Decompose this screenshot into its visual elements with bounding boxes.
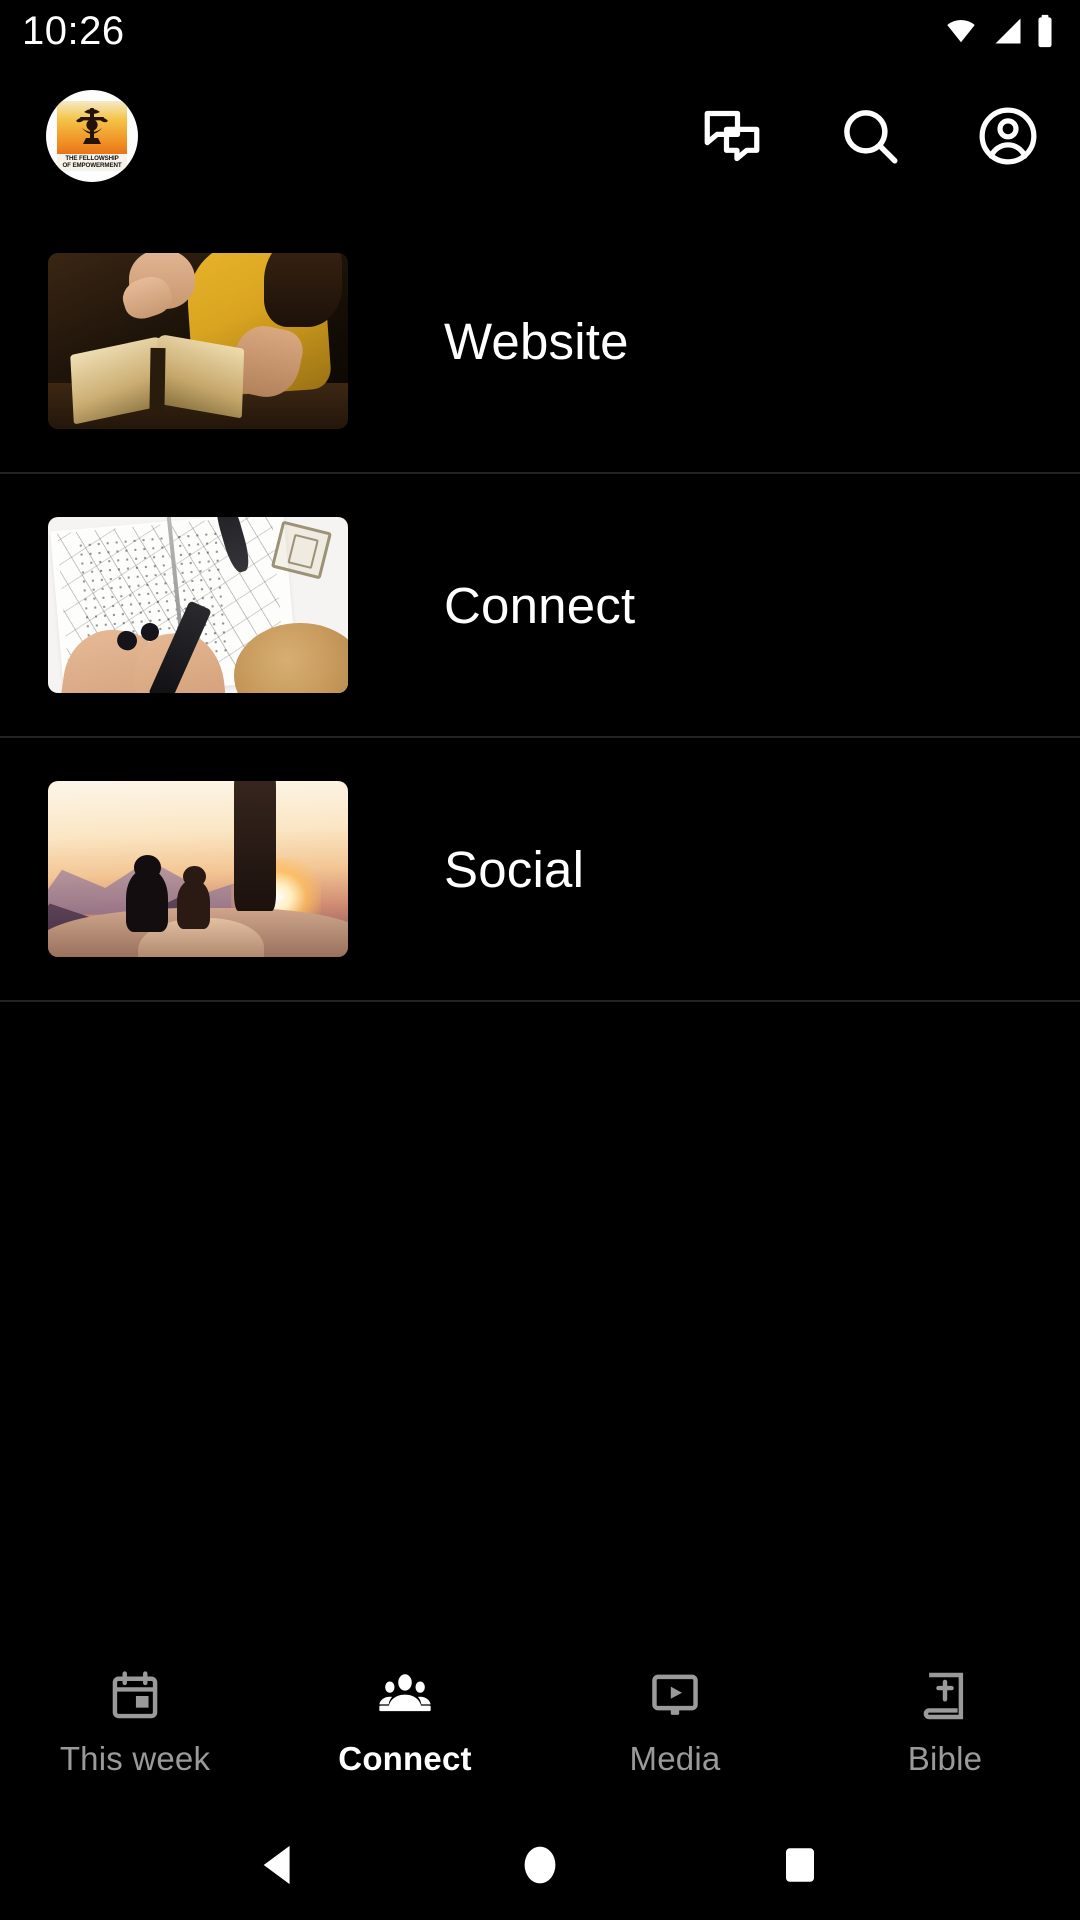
nav-item-media[interactable]: Media: [540, 1635, 810, 1810]
cellular-signal-icon: [991, 16, 1025, 46]
app-screen: 10:26 THE FELLOWSHIP OF EMPOWERMENT Webs…: [0, 0, 1080, 1920]
account-button[interactable]: [972, 100, 1044, 172]
square-recents-icon: [779, 1841, 821, 1889]
logo-caption: THE FELLOWSHIP OF EMPOWERMENT: [57, 154, 127, 171]
nav-item-this-week[interactable]: This week: [0, 1635, 270, 1810]
list-item-label: Website: [444, 312, 629, 370]
nav-label: This week: [59, 1739, 211, 1777]
thumbnail-social: [48, 781, 348, 957]
logo-caption-line1: THE FELLOWSHIP: [65, 155, 119, 162]
app-header: THE FELLOWSHIP OF EMPOWERMENT: [0, 62, 1080, 210]
header-actions: [696, 100, 1044, 172]
bible-book-icon: [917, 1668, 973, 1724]
list-item-connect[interactable]: Connect: [0, 474, 1080, 738]
menu-list: Website Connect Social: [0, 210, 1080, 1002]
nav-item-bible[interactable]: Bible: [810, 1635, 1080, 1810]
triangle-back-icon: [257, 1841, 303, 1889]
bottom-navigation: This week Connect Media Bible: [0, 1635, 1080, 1810]
home-button[interactable]: [500, 1825, 580, 1905]
messages-button[interactable]: [696, 100, 768, 172]
thumbnail-connect: [48, 517, 348, 693]
list-item-label: Social: [444, 840, 585, 898]
recents-button[interactable]: [760, 1825, 840, 1905]
status-icons: [942, 14, 1054, 48]
list-item-social[interactable]: Social: [0, 738, 1080, 1002]
battery-icon: [1036, 14, 1054, 48]
status-bar: 10:26: [0, 0, 1080, 62]
thumbnail-website: [48, 253, 348, 429]
video-player-icon: [647, 1668, 703, 1724]
nav-label: Bible: [907, 1739, 983, 1777]
app-logo[interactable]: THE FELLOWSHIP OF EMPOWERMENT: [46, 90, 138, 182]
logo-emblem-icon: [76, 108, 108, 144]
account-circle-icon: [975, 103, 1041, 169]
search-icon: [837, 103, 903, 169]
wifi-icon: [942, 16, 980, 46]
status-time: 10:26: [22, 9, 125, 53]
circle-home-icon: [518, 1841, 562, 1889]
calendar-icon: [107, 1668, 163, 1724]
logo-caption-line2: OF EMPOWERMENT: [62, 162, 122, 169]
people-group-icon: [377, 1668, 433, 1724]
back-button[interactable]: [240, 1825, 320, 1905]
list-item-label: Connect: [444, 576, 636, 634]
list-item-website[interactable]: Website: [0, 210, 1080, 474]
nav-item-connect[interactable]: Connect: [270, 1635, 540, 1810]
nav-label: Media: [629, 1739, 721, 1777]
system-navigation-bar: [0, 1810, 1080, 1920]
app-logo-graphic: THE FELLOWSHIP OF EMPOWERMENT: [57, 101, 127, 171]
messages-icon: [699, 103, 765, 169]
nav-label: Connect: [338, 1739, 472, 1777]
search-button[interactable]: [834, 100, 906, 172]
